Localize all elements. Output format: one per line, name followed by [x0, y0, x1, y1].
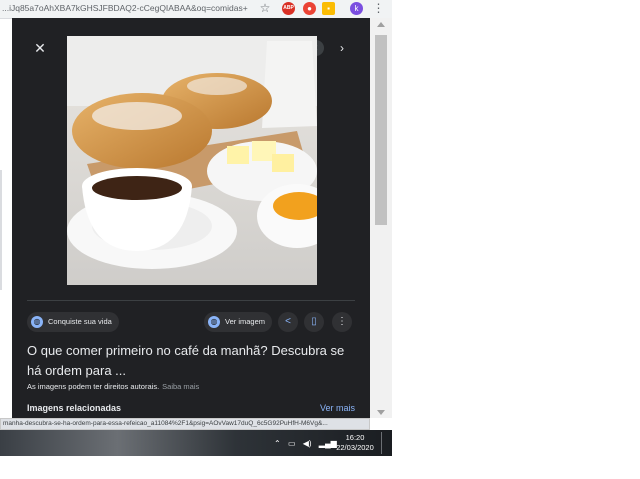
bookmark-star-icon[interactable]: ☆	[258, 1, 272, 15]
scroll-up-arrow-icon[interactable]	[377, 22, 385, 27]
source-label: Conquiste sua vida	[48, 317, 112, 326]
shield-icon[interactable]: ●	[303, 2, 316, 15]
preview-image[interactable]	[67, 36, 317, 285]
breakfast-photo	[67, 36, 317, 285]
page-edge	[0, 170, 2, 290]
vertical-scrollbar[interactable]	[370, 18, 392, 418]
clock-time: 16:20	[345, 433, 365, 442]
taskbar: ⌃ ▭ ◀) ▂▄▆ 16:20 22/03/2020	[0, 430, 392, 456]
adblock-icon[interactable]: ABP	[282, 2, 295, 15]
see-more-link[interactable]: Ver mais	[320, 403, 355, 413]
related-images-heading: Imagens relacionadas	[27, 403, 122, 413]
bookmark-icon[interactable]: ▯	[304, 312, 324, 332]
copyright-notice: As imagens podem ter direitos autorais. S…	[27, 382, 199, 391]
extension-icon[interactable]: ▪	[322, 2, 335, 15]
divider	[27, 300, 355, 301]
scroll-down-arrow-icon[interactable]	[377, 410, 385, 415]
source-site-chip[interactable]: ◍ Conquiste sua vida	[27, 312, 119, 332]
scrollbar-thumb[interactable]	[375, 35, 387, 225]
image-viewer-panel: ✕ ‹ ›	[12, 18, 370, 418]
taskbar-clock[interactable]: 16:20 22/03/2020	[334, 433, 376, 453]
address-bar[interactable]: ...iJq85a7oAhXBA7kGHSJFBDAQ2-cCegQIABAA&…	[2, 3, 248, 13]
kebab-menu-icon[interactable]: ⋮	[372, 2, 385, 15]
learn-more-link[interactable]: Saiba mais	[162, 382, 199, 391]
globe-icon: ◍	[31, 316, 43, 328]
system-tray: ⌃ ▭ ◀) ▂▄▆	[274, 439, 342, 448]
clock-date: 22/03/2020	[336, 443, 374, 452]
globe-icon: ◍	[208, 316, 220, 328]
image-title[interactable]: O que comer primeiro no café da manhã? D…	[27, 341, 357, 381]
view-image-button[interactable]: ◍ Ver imagem	[204, 312, 272, 332]
profile-avatar[interactable]: k	[350, 2, 363, 15]
share-icon[interactable]: <	[278, 312, 298, 332]
close-icon[interactable]: ✕	[32, 40, 48, 56]
browser-toolbar: ...iJq85a7oAhXBA7kGHSJFBDAQ2-cCegQIABAA&…	[0, 0, 392, 19]
rights-text: As imagens podem ter direitos autorais.	[27, 382, 160, 391]
chevron-right-icon[interactable]: ›	[334, 40, 350, 56]
volume-icon[interactable]: ◀)	[303, 439, 312, 448]
link-status-bar: manha-descubra-se-ha-ordem-para-essa-ref…	[0, 418, 370, 430]
view-image-label: Ver imagem	[225, 317, 266, 326]
show-desktop-button[interactable]	[381, 432, 391, 454]
chevron-up-icon[interactable]: ⌃	[274, 439, 281, 448]
network-icon[interactable]: ▭	[288, 439, 296, 448]
more-options-icon[interactable]: ⋮	[332, 312, 352, 332]
